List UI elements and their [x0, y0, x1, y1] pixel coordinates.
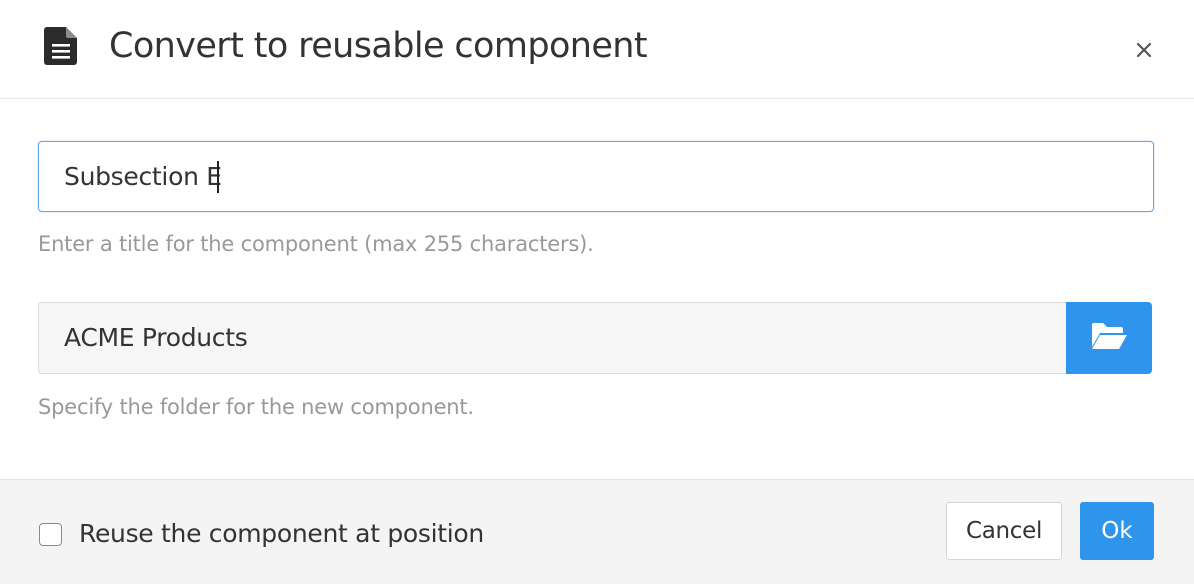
folder-open-icon — [1090, 321, 1128, 355]
browse-folder-button[interactable] — [1066, 302, 1152, 374]
title-help-text: Enter a title for the component (max 255… — [38, 232, 594, 256]
cancel-button[interactable]: Cancel — [946, 502, 1062, 560]
text-cursor — [217, 161, 219, 193]
convert-component-dialog: Convert to reusable component Enter a ti… — [0, 0, 1194, 584]
dialog-title: Convert to reusable component — [109, 26, 648, 66]
ok-button[interactable]: Ok — [1080, 502, 1154, 560]
document-icon — [44, 27, 78, 65]
reuse-position-label[interactable]: Reuse the component at position — [79, 517, 484, 551]
reuse-position-checkbox[interactable] — [39, 523, 62, 546]
close-button[interactable] — [1128, 36, 1160, 68]
component-title-field[interactable] — [38, 141, 1154, 212]
folder-help-text: Specify the folder for the new component… — [38, 395, 474, 419]
close-icon — [1136, 42, 1152, 62]
folder-value: ACME Products — [64, 323, 248, 352]
component-title-input[interactable] — [39, 142, 1153, 211]
dialog-header: Convert to reusable component — [0, 0, 1194, 99]
